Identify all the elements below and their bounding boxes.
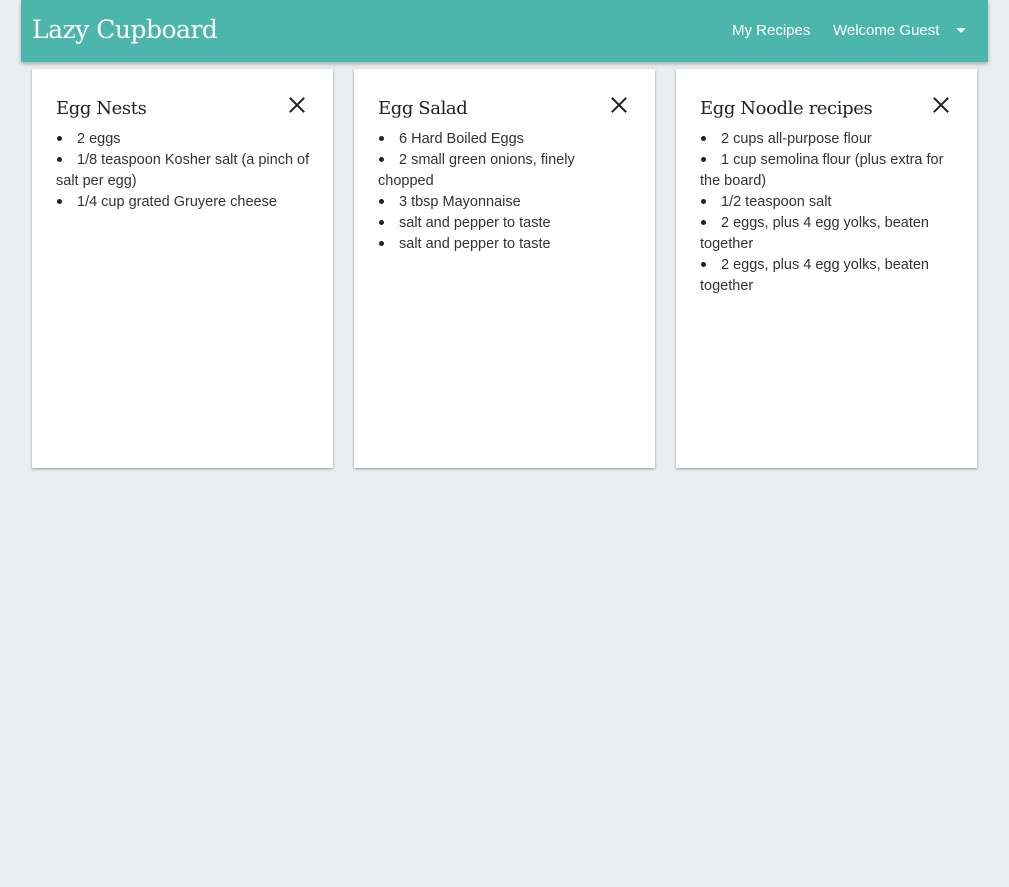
ingredient-item: 2 eggs, plus 4 egg yolks, beaten togethe… xyxy=(700,215,929,252)
ingredient-item: 1 cup semolina flour (plus extra for the… xyxy=(700,152,944,189)
close-icon[interactable] xyxy=(933,97,949,113)
ingredient-item: 2 eggs xyxy=(56,129,312,150)
ingredient-list: 2 eggs 1/8 teaspoon Kosher salt (a pinch… xyxy=(56,129,312,213)
ingredient-item: 1/2 teaspoon salt xyxy=(700,192,956,213)
ingredient-item: 2 cups all-purpose flour xyxy=(700,129,956,150)
ingredient-item: 2 eggs, plus 4 egg yolks, beaten togethe… xyxy=(700,257,929,294)
ingredient-list: 2 cups all-purpose flour 1 cup semolina … xyxy=(700,129,956,297)
recipe-card: Egg Nests 2 eggs 1/8 teaspoon Kosher sal… xyxy=(32,69,333,468)
ingredient-item: 1/4 cup grated Gruyere cheese xyxy=(56,192,312,213)
welcome-user-menu[interactable]: Welcome Guest xyxy=(833,21,939,41)
close-icon[interactable] xyxy=(611,97,627,113)
recipe-title: Egg Salad xyxy=(378,98,468,119)
caret-down-icon[interactable] xyxy=(956,28,966,33)
close-icon[interactable] xyxy=(289,97,305,113)
ingredient-list: 6 Hard Boiled Eggs 2 small green onions,… xyxy=(378,129,634,255)
ingredient-item: salt and pepper to taste xyxy=(378,234,634,255)
top-navbar: Lazy Cupboard My Recipes Welcome Guest xyxy=(21,0,988,62)
recipe-card: Egg Noodle recipes 2 cups all-purpose fl… xyxy=(676,69,977,468)
ingredient-item: 2 small green onions, finely chopped xyxy=(378,152,575,189)
ingredient-item: 1/8 teaspoon Kosher salt (a pinch of sal… xyxy=(56,152,310,189)
ingredient-item: salt and pepper to taste xyxy=(378,213,634,234)
recipe-title: Egg Noodle recipes xyxy=(700,98,873,119)
ingredient-item: 3 tbsp Mayonnaise xyxy=(378,192,634,213)
brand-logo[interactable]: Lazy Cupboard xyxy=(32,13,218,47)
ingredient-item: 6 Hard Boiled Eggs xyxy=(378,129,634,150)
recipe-title: Egg Nests xyxy=(56,98,147,119)
my-recipes-link[interactable]: My Recipes xyxy=(732,21,810,41)
recipe-card: Egg Salad 6 Hard Boiled Eggs 2 small gre… xyxy=(354,69,655,468)
